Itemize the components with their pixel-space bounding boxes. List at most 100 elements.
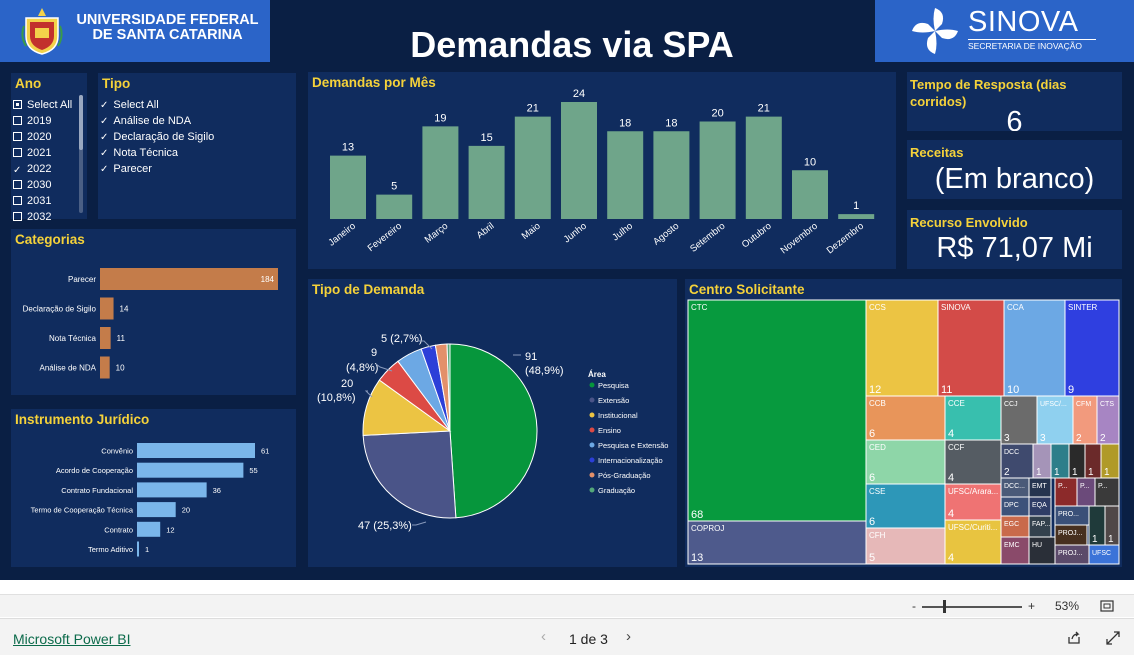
checkbox-icon[interactable] xyxy=(13,148,22,157)
prev-page-icon[interactable]: ‹ xyxy=(541,628,546,645)
zoom-in-button[interactable]: + xyxy=(1028,599,1035,613)
checkbox-checked-icon[interactable]: ✓ xyxy=(13,166,22,176)
treemap-cell-value: 11 xyxy=(941,384,952,396)
month-tick-label: Abril xyxy=(475,221,497,241)
zoom-slider[interactable] xyxy=(922,606,1022,608)
powerbi-footer: Microsoft Power BI ‹ 1 de 3 › xyxy=(0,618,1134,655)
month-bar xyxy=(330,155,366,219)
legend-marker xyxy=(589,472,595,478)
zoom-slider-thumb[interactable] xyxy=(943,600,946,613)
zoom-out-button[interactable]: - xyxy=(912,599,916,613)
university-name: UNIVERSIDADE FEDERAL DE SANTA CATARINA xyxy=(76,12,259,43)
tipo-title: Tipo xyxy=(102,76,131,91)
treemap-cell-value: 13 xyxy=(691,552,703,564)
ano-option-2021[interactable]: 2021 xyxy=(13,147,51,159)
treemap-cell-name: EMC xyxy=(1004,542,1020,549)
receitas-value: (Em branco) xyxy=(934,163,1095,195)
next-page-icon[interactable]: › xyxy=(626,628,631,645)
ano-option-select-all[interactable]: Select All xyxy=(13,99,72,111)
month-value-label: 21 xyxy=(758,103,770,115)
check-icon[interactable]: ✓ xyxy=(100,116,108,127)
tipo-option[interactable]: ✓ Análise de NDA xyxy=(100,115,191,127)
month-value-label: 15 xyxy=(480,132,492,144)
bar xyxy=(100,356,110,379)
legend-label: Internacionalização xyxy=(598,456,663,465)
legend-label: Graduação xyxy=(598,486,635,495)
bar-category-label: Nota Técnica xyxy=(49,334,97,343)
legend-marker xyxy=(589,457,595,463)
treemap-cell-value: 1 xyxy=(1054,467,1060,478)
powerbi-link[interactable]: Microsoft Power BI xyxy=(13,631,130,647)
pie-data-label: (4,8%) xyxy=(346,362,378,374)
treemap-cell-value: 6 xyxy=(869,472,875,484)
month-value-label: 19 xyxy=(434,112,446,124)
treemap-cell-value: 6 xyxy=(869,428,875,440)
check-icon[interactable]: ✓ xyxy=(100,148,108,159)
ufsc-crest-icon xyxy=(21,8,63,55)
bar-value-label: 11 xyxy=(117,334,126,343)
checkbox-icon[interactable] xyxy=(13,132,22,141)
month-bar xyxy=(653,131,690,219)
bar-value-label: 184 xyxy=(261,275,275,284)
month-tick-label: Junho xyxy=(562,221,589,246)
month-tick-label: Novembro xyxy=(779,221,820,257)
tipo-demanda-chart: Tipo de Demanda 91 (48,9%) 47 (25,3%) 20 (10… xyxy=(308,279,677,567)
month-value-label: 21 xyxy=(527,103,539,115)
legend-marker xyxy=(589,442,595,448)
checkbox-icon[interactable] xyxy=(13,180,22,189)
treemap-cell-value: 9 xyxy=(1068,384,1074,396)
month-tick-label: Outubro xyxy=(740,221,774,251)
checkbox-icon[interactable] xyxy=(13,212,22,221)
month-value-label: 24 xyxy=(573,88,585,100)
recurso-title: Recurso Envolvido xyxy=(910,215,1028,230)
month-bar xyxy=(792,170,828,219)
bar-category-label: Análise de NDA xyxy=(40,364,97,373)
check-icon[interactable]: ✓ xyxy=(100,164,108,175)
bar xyxy=(137,482,207,498)
tipo-option[interactable]: ✓ Parecer xyxy=(100,163,152,175)
share-icon[interactable] xyxy=(1067,631,1081,645)
treemap-cell xyxy=(865,299,939,397)
ano-option-2020[interactable]: 2020 xyxy=(13,131,51,143)
treemap-cell-value: 1 xyxy=(1088,467,1094,478)
tipo-option-label: Parecer xyxy=(113,163,152,175)
month-bar xyxy=(745,116,782,219)
bar xyxy=(100,268,278,290)
fit-page-icon[interactable] xyxy=(1100,600,1114,612)
treemap-cell-name: PROJ... xyxy=(1058,530,1083,537)
treemap-cell-value: 2 xyxy=(1100,433,1106,444)
pie-data-label: 9 xyxy=(371,347,377,359)
check-icon[interactable]: ✓ xyxy=(100,132,108,143)
month-tick-label: Setembro xyxy=(688,221,727,255)
tipo-option[interactable]: ✓ Nota Técnica xyxy=(100,147,178,159)
treemap-cell-name: P... xyxy=(1098,483,1108,490)
month-bar xyxy=(699,121,736,219)
bar-value-label: 1 xyxy=(145,545,149,554)
checkbox-icon[interactable] xyxy=(13,116,22,125)
bar-category-label: Declaração de Sigilo xyxy=(23,305,97,314)
ano-option-2032[interactable]: 2032 xyxy=(13,211,51,223)
tipo-option[interactable]: ✓ Select All xyxy=(100,99,159,111)
checkbox-icon[interactable] xyxy=(13,196,22,205)
month-value-label: 20 xyxy=(711,108,723,120)
treemap-cell-name: UFSC/Curiti... xyxy=(948,523,997,532)
bar-category-label: Termo de Cooperação Técnica xyxy=(31,506,134,515)
ano-option-2030[interactable]: 2030 xyxy=(13,179,51,191)
tipo-option[interactable]: ✓ Declaração de Sigilo xyxy=(100,131,214,143)
legend-label: Institucional xyxy=(598,411,638,420)
tipo-option-label: Análise de NDA xyxy=(113,115,192,127)
fullscreen-icon[interactable] xyxy=(1106,631,1120,645)
treemap-cell-value: 12 xyxy=(869,384,881,396)
check-icon[interactable]: ✓ xyxy=(100,100,108,111)
ano-option-2019[interactable]: 2019 xyxy=(13,115,51,127)
report-canvas: UNIVERSIDADE FEDERAL DE SANTA CATARINA D… xyxy=(0,0,1134,580)
ano-scroll-thumb[interactable] xyxy=(79,95,83,150)
bar-category-label: Convênio xyxy=(101,447,133,456)
page-title: Demandas via SPA xyxy=(410,24,734,65)
treemap-cell-value: 1 xyxy=(1036,467,1042,478)
tipo-slicer: Tipo ✓ Select All ✓ Análise de NDA ✓ Declaraç… xyxy=(98,73,296,219)
treemap-cell-name: UFSC xyxy=(1092,550,1111,557)
ano-option-2031[interactable]: 2031 xyxy=(13,195,51,207)
ano-option-2022[interactable]: ✓ 2022 xyxy=(13,163,51,176)
checkbox-icon[interactable] xyxy=(13,100,22,109)
